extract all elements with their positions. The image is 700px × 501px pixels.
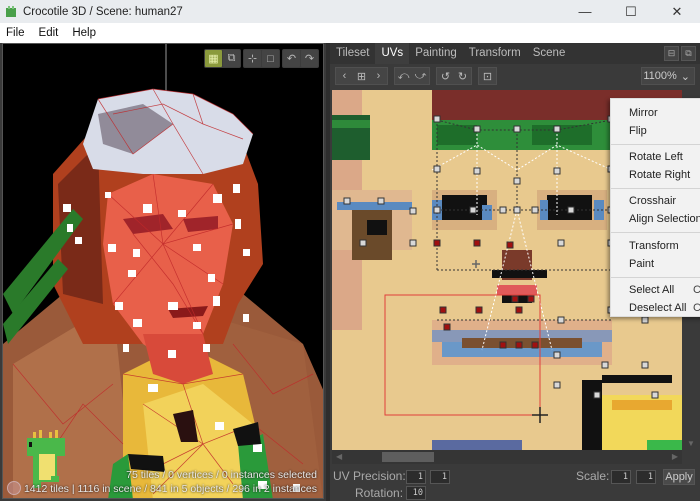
popout-panel-icon[interactable]: ⧉: [681, 46, 696, 61]
menu-item-rotate-left[interactable]: Rotate Left: [629, 151, 683, 163]
chevron-down-icon: ⌄: [680, 70, 690, 83]
menu-item-flip[interactable]: Flip: [629, 125, 647, 137]
crocodile-icon: [6, 5, 16, 17]
rotation-input[interactable]: 10: [406, 486, 426, 500]
select-all-shortcut: C: [693, 284, 700, 296]
panel-tabs: Tileset UVs Painting Transform Scene ⊟ ⧉: [330, 43, 700, 64]
menu-bar: File Edit Help: [0, 23, 700, 43]
scale-x-input[interactable]: 1: [611, 470, 631, 484]
horizontal-scroll-thumb[interactable]: [382, 452, 434, 462]
redo-icon[interactable]: ↷: [301, 50, 318, 67]
orbit-handle[interactable]: [7, 481, 21, 495]
viewport-toolbar: ▦ ⧉ ⊹ □ ↶ ↷: [204, 49, 319, 68]
undo-icon[interactable]: ↶: [283, 50, 300, 67]
uv-toolbar: ‹ ⊞ › ⤺ ⤻ ↺ ↻ ⊡ 1100% ⌄: [330, 64, 700, 88]
scale-y-input[interactable]: 1: [636, 470, 656, 484]
selection-status: 75 tiles / 0 vertices / 0 instances sele…: [126, 469, 317, 481]
prev-tile-icon[interactable]: ‹: [336, 68, 353, 84]
tab-painting[interactable]: Painting: [409, 43, 463, 64]
close-button[interactable]: ✕: [654, 0, 700, 23]
undock-panel-icon[interactable]: ⊟: [664, 46, 679, 61]
menu-item-mirror[interactable]: Mirror: [629, 107, 658, 119]
tab-uvs[interactable]: UVs: [375, 43, 410, 64]
menu-item-deselect-all[interactable]: Deselect All: [629, 302, 686, 314]
menu-file[interactable]: File: [4, 27, 27, 39]
menu-item-paint[interactable]: Paint: [629, 258, 654, 270]
flip-horizontal-icon[interactable]: ⤺: [395, 68, 412, 84]
menu-item-transform[interactable]: Transform: [629, 240, 679, 252]
zoom-level-select[interactable]: 1100% ⌄: [641, 67, 695, 85]
menu-separator: [611, 188, 700, 189]
scene-status: 1412 tiles | 1116 in scene / 841 in 5 ob…: [23, 483, 317, 495]
title-bar: Crocotile 3D / Scene: human27 — ☐ ✕: [0, 0, 700, 23]
scroll-right-icon[interactable]: ▶: [672, 452, 678, 461]
next-tile-icon[interactable]: ›: [370, 68, 387, 84]
vertex-mode-icon[interactable]: ⊹: [244, 50, 261, 67]
uv-context-menu: Mirror Flip Rotate Left Rotate Right Cro…: [610, 98, 700, 317]
face-mode-icon[interactable]: □: [262, 50, 279, 67]
maximize-button[interactable]: ☐: [608, 0, 654, 23]
tile-grid-mode-icon[interactable]: ▦: [205, 50, 222, 67]
menu-item-select-all[interactable]: Select All: [629, 284, 674, 296]
uv-precision-x-input[interactable]: 1: [406, 470, 426, 484]
rotation-label: Rotation:: [355, 486, 404, 500]
flip-vertical-icon[interactable]: ⤻: [412, 68, 429, 84]
menu-item-crosshair[interactable]: Crosshair: [629, 195, 676, 207]
rotate-left-icon[interactable]: ↺: [437, 68, 454, 84]
uv-precision-label: UV Precision:: [333, 469, 406, 483]
scroll-left-icon[interactable]: ◀: [336, 452, 342, 461]
menu-separator: [611, 277, 700, 278]
uv-bottom-controls: UV Precision: 1 1 Rotation: 10 Scale: 1 …: [330, 464, 700, 501]
window-title: Crocotile 3D / Scene: human27: [23, 5, 183, 18]
menu-item-align-selection[interactable]: Align Selection: [629, 213, 700, 225]
apply-button[interactable]: Apply: [663, 469, 695, 485]
grid-icon[interactable]: ⊞: [353, 68, 370, 84]
minimize-button[interactable]: —: [562, 0, 608, 23]
zoom-level-value: 1100%: [643, 70, 677, 82]
uv-precision-y-input[interactable]: 1: [430, 470, 450, 484]
menu-separator: [611, 232, 700, 233]
3d-viewport[interactable]: ▦ ⧉ ⊹ □ ↶ ↷ 75 tiles / 0 vertices / 0 in…: [2, 43, 324, 499]
scroll-down-icon[interactable]: ▼: [687, 439, 695, 448]
menu-help[interactable]: Help: [70, 27, 98, 39]
menu-edit[interactable]: Edit: [37, 27, 61, 39]
menu-item-rotate-right[interactable]: Rotate Right: [629, 169, 690, 181]
object-mode-icon[interactable]: ⧉: [223, 50, 240, 67]
tab-tileset[interactable]: Tileset: [330, 43, 375, 64]
center-icon[interactable]: ⊡: [479, 68, 496, 84]
tab-scene[interactable]: Scene: [527, 43, 572, 64]
deselect-all-shortcut: C: [693, 302, 700, 314]
rotate-right-icon[interactable]: ↻: [454, 68, 471, 84]
horizontal-scrollbar[interactable]: ◀ ▶: [332, 450, 682, 464]
menu-separator: [611, 144, 700, 145]
scale-label: Scale:: [576, 469, 610, 483]
tab-transform[interactable]: Transform: [463, 43, 527, 64]
